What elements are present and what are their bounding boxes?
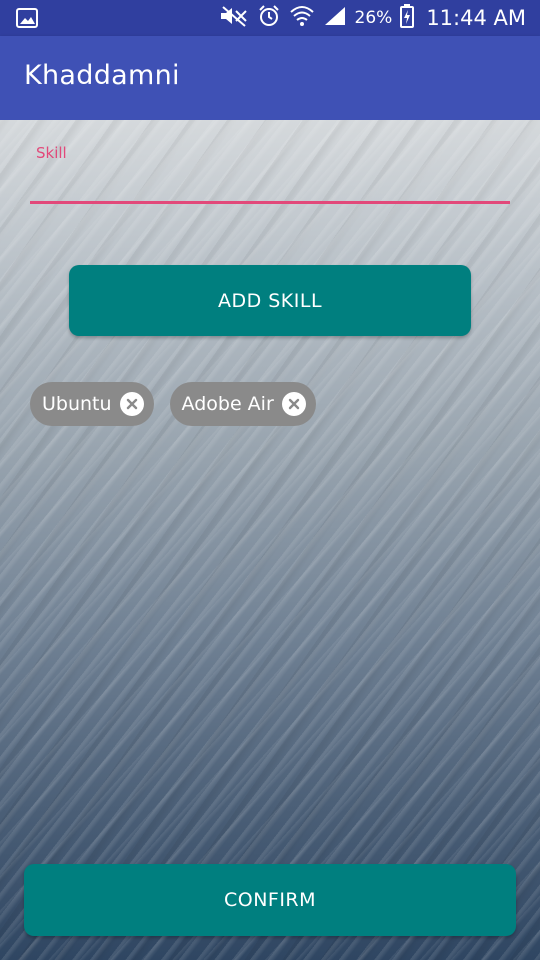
app-bar: Khaddamni (0, 36, 540, 120)
confirm-button[interactable]: CONFIRM (24, 864, 516, 936)
gallery-icon (16, 8, 38, 32)
status-bar: 26% 11:44 AM (0, 0, 540, 36)
wifi-icon (289, 4, 315, 32)
skill-label: Skill (36, 144, 67, 162)
clock: 11:44 AM (426, 6, 526, 30)
skill-chip[interactable]: Ubuntu (30, 382, 154, 426)
signal-icon (323, 5, 347, 31)
battery-charging-icon (400, 4, 415, 32)
add-skill-button[interactable]: ADD SKILL (69, 265, 471, 336)
status-icons: 26% 11:44 AM (219, 0, 526, 36)
close-icon[interactable] (119, 392, 144, 416)
skill-chip[interactable]: Adobe Air (169, 382, 316, 426)
skill-chips: Ubuntu Adobe Air (30, 382, 316, 426)
skill-input[interactable] (30, 164, 510, 204)
main-content: Skill ADD SKILL Ubuntu Adobe Air CONFIRM (0, 120, 540, 960)
chip-label: Adobe Air (181, 393, 274, 415)
alarm-icon (257, 4, 281, 32)
app-title: Khaddamni (24, 60, 180, 91)
battery-percent: 26% (354, 8, 393, 28)
chip-label: Ubuntu (42, 393, 112, 415)
close-icon[interactable] (281, 392, 306, 416)
mute-icon (219, 5, 249, 31)
